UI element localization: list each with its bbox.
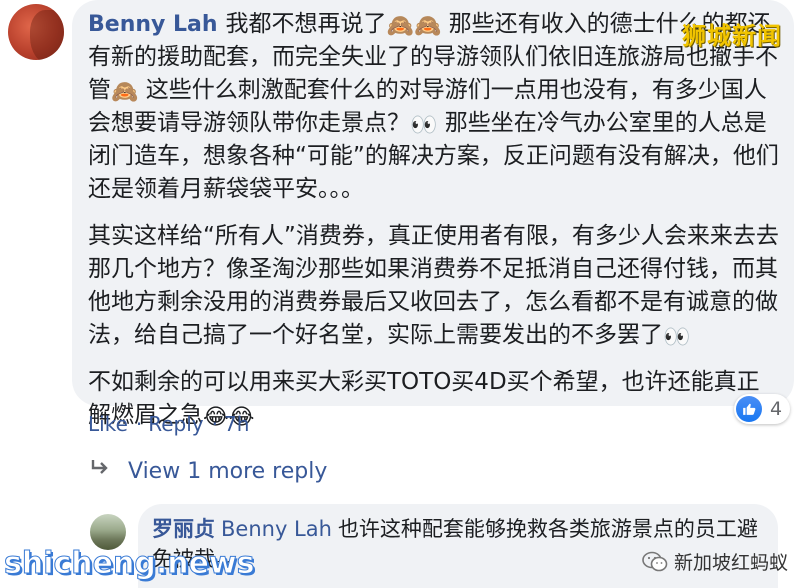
separator: · [135,412,143,436]
comment-paragraph-1: Benny Lah 我都不想再说了🙈🙈 那些还有收入的德士什么的都还有新的援助配套… [88,8,780,206]
paragraph-content: 我都不想再说了🙈🙈 那些还有收入的德士什么的都还有新的援助配套，而完全失业了的导… [88,11,779,202]
comment-actions: Like · Reply · 7h [88,412,251,436]
emoji-icon: 🙈 [413,14,442,39]
separator: · [211,412,218,436]
watermark-site: shicheng.news [4,546,255,582]
comment-paragraph-2: 其实这样给“所有人”消费券，真正使用者有限，有多少人会来来去去那几个地方？像圣淘… [88,220,780,352]
emoji-icon: 👀 [410,113,438,138]
watermark-account-name: 新加坡红蚂蚁 [673,552,788,574]
reply-mention[interactable]: Benny Lah [221,517,332,541]
watermark-logo: 狮城新闻 [682,22,782,50]
comment-bubble: Benny Lah 我都不想再说了🙈🙈 那些还有收入的德士什么的都还有新的援助配套… [72,0,794,429]
comment-text: 我都不想再说了 [225,11,387,37]
like-reaction-icon [736,396,762,422]
emoji-icon: 🙈 [386,14,414,39]
reaction-summary[interactable]: 4 [734,394,791,424]
comment-thread: Benny Lah 我都不想再说了🙈🙈 那些还有收入的德士什么的都还有新的援助配套… [0,0,800,588]
wechat-icon [642,551,668,573]
paragraph-content: 其实这样给“所有人”消费券，真正使用者有限，有多少人会来来去去那几个地方？像圣淘… [88,223,779,350]
reply-author[interactable]: 罗丽贞 [152,517,215,541]
reply-arrow-icon [90,458,110,484]
comment-body: Benny Lah 我都不想再说了🙈🙈 那些还有收入的德士什么的都还有新的援助配套… [88,8,780,432]
reply-link[interactable]: Reply [148,412,203,436]
avatar[interactable] [8,4,64,60]
reply-avatar[interactable] [90,514,126,550]
avatar-shade [30,10,64,60]
comment-author[interactable]: Benny Lah [88,12,218,37]
view-more-label[interactable]: View 1 more reply [128,459,327,484]
timestamp[interactable]: 7h [224,412,249,436]
emoji-icon: 🙈 [111,80,139,105]
watermark-account: 新加坡红蚂蚁 [642,548,788,575]
view-more-replies[interactable]: View 1 more reply [90,458,327,484]
like-link[interactable]: Like [88,412,128,436]
reaction-count: 4 [770,398,783,420]
emoji-icon: 👀 [663,325,691,350]
